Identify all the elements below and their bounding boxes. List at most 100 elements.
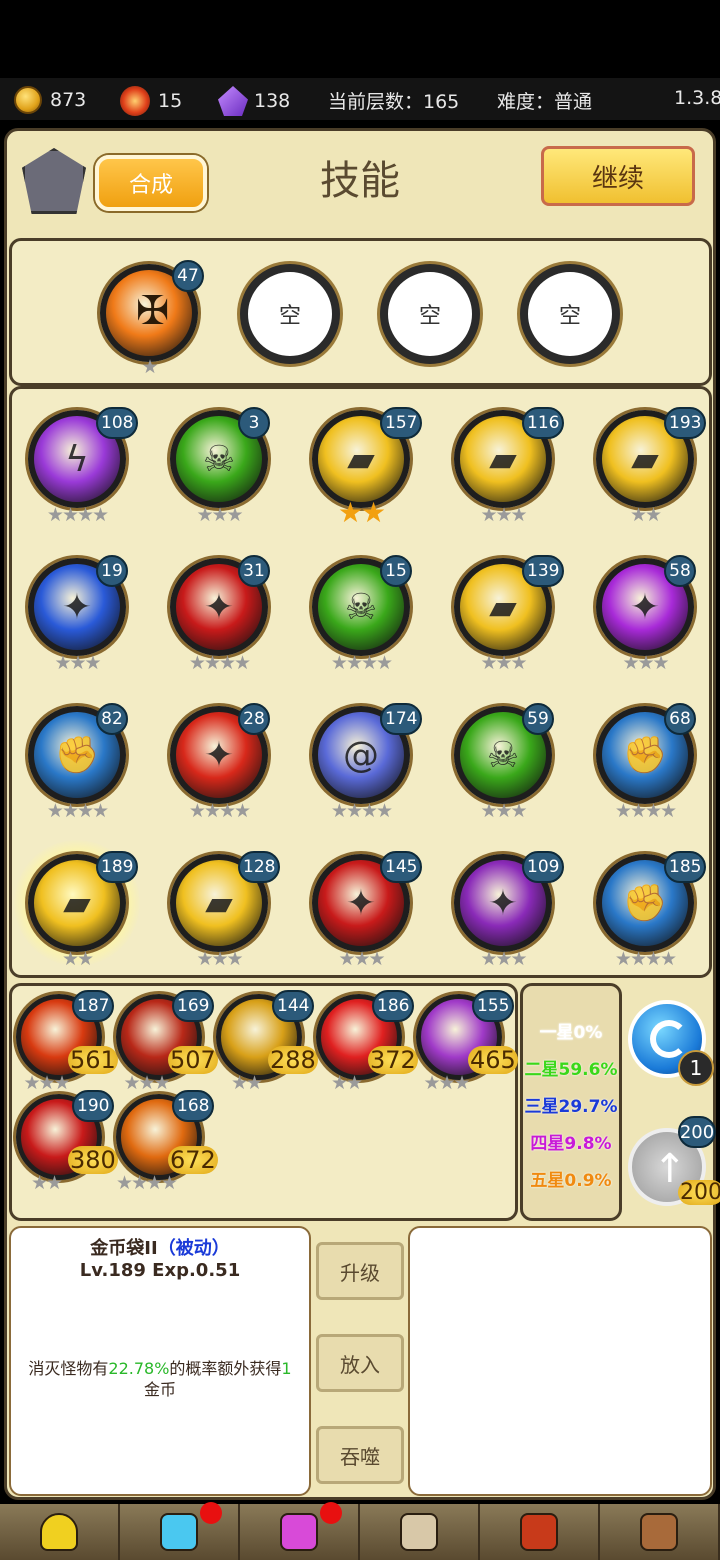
skill-stars: ★★★ (196, 948, 243, 970)
skill-level-exp: Lv.189 Exp.0.51 (79, 1260, 241, 1281)
nav-tab[interactable] (120, 1502, 240, 1560)
ember-counter: 15 (120, 86, 182, 116)
shop-skill-cost: 465 (468, 1046, 518, 1074)
resource-bar: 873 15 138 当前层数：165 难度：普通 1.3.8 (0, 78, 720, 120)
page-title: 技能 (320, 158, 400, 204)
skill-level-badge: 28 (238, 703, 270, 735)
devour-button[interactable]: 吞噬 (316, 1426, 404, 1484)
shop-skill-cost: 507 (168, 1046, 218, 1074)
skill-level-badge: 128 (238, 851, 281, 883)
shop-skill-stars: ★★ (30, 1172, 63, 1194)
skill-stars: ★★★ (480, 652, 527, 674)
gem-counter: 138 (218, 86, 290, 116)
skill-level-badge: 109 (522, 851, 565, 883)
shop-skill-level: 186 (372, 990, 415, 1022)
upgrade-button[interactable]: 升级 (316, 1242, 404, 1300)
continue-button[interactable]: 继续 (541, 146, 695, 206)
skill-detail-box: 金币袋II（被动） Lv.189 Exp.0.51 消灭怪物有22.78%的概率… (9, 1226, 311, 1496)
skill-level-badge: 174 (380, 703, 423, 735)
skill-level-badge: 47 (172, 260, 204, 292)
skill-stars: ★★★★ (614, 948, 677, 970)
shop-skill-level: 168 (172, 1090, 215, 1122)
skill-level-badge: 185 (664, 851, 707, 883)
skill-level-badge: 193 (664, 407, 707, 439)
shop-level-badge: 200 (678, 1116, 716, 1148)
skill-name: 金币袋II (90, 1238, 158, 1259)
refresh-count-badge: 1 (678, 1050, 714, 1086)
shop-skill-level: 187 (72, 990, 115, 1022)
difficulty: 难度：普通 (497, 91, 593, 113)
skill-level-badge: 59 (522, 703, 554, 735)
shop-skill-stars: ★★★ (423, 1072, 470, 1094)
skill-level-badge: 31 (238, 555, 270, 587)
star-rate: 三星29.7% (524, 1097, 618, 1117)
skill-level-badge: 15 (380, 555, 412, 587)
skill-level-badge: 82 (96, 703, 128, 735)
shop-skill-cost: 672 (168, 1146, 218, 1174)
skill-stars: ★★★ (338, 948, 385, 970)
skill-level-badge: 145 (380, 851, 423, 883)
shop-skill-stars: ★★ (230, 1072, 263, 1094)
gold-coin-icon (14, 86, 42, 114)
star-rate: 四星9.8% (530, 1134, 612, 1154)
skill-stars: ★★★ (480, 948, 527, 970)
skill-stars: ★★★ (196, 504, 243, 526)
skill-type-tag: （被动） (157, 1238, 230, 1259)
anvil-icon (400, 1513, 438, 1551)
skill-level-badge: 157 (380, 407, 423, 439)
skill-stars: ★★★★ (330, 652, 393, 674)
ember-amount: 15 (158, 90, 183, 112)
bottom-nav (0, 1502, 720, 1560)
shop-upgrade-cost: 200 (678, 1180, 720, 1205)
skill-stars: ★★★★ (46, 800, 109, 822)
shop-skill-cost: 561 (68, 1046, 118, 1074)
version: 1.3.8 (674, 87, 720, 109)
empty-slot[interactable]: 空 (240, 264, 340, 364)
skill-stars: ★★★ (480, 504, 527, 526)
skill-stars: ★ (141, 356, 158, 378)
equip-button[interactable]: 放入 (316, 1334, 404, 1392)
empty-slot[interactable]: 空 (380, 264, 480, 364)
nav-tab[interactable] (480, 1504, 600, 1560)
star-rate: 五星0.9% (530, 1171, 612, 1191)
rune-icon (280, 1513, 318, 1551)
holy-cross-icon: ✠ (136, 288, 170, 334)
shop-skill-level: 190 (72, 1090, 115, 1122)
skill-level-badge: 189 (96, 851, 139, 883)
skill-stars: ★★★ (622, 652, 669, 674)
nav-tab[interactable] (360, 1504, 480, 1560)
crystal-icon (160, 1513, 198, 1551)
nav-tab[interactable] (0, 1504, 120, 1560)
skill-stars: ★★★ (480, 800, 527, 822)
skill-stars: ★★ (629, 504, 662, 526)
book-icon (520, 1513, 558, 1551)
shop-skill-cost: 372 (368, 1046, 418, 1074)
star-rate: 二星59.6% (524, 1060, 618, 1080)
shop-skill-stars: ★★ (330, 1072, 363, 1094)
merge-button[interactable]: 合成 (95, 155, 207, 211)
shop-skill-level: 144 (272, 990, 315, 1022)
skill-level-badge: 68 (664, 703, 696, 735)
skill-level-badge: 108 (96, 407, 139, 439)
nav-tab[interactable] (600, 1504, 720, 1560)
shop-skill-level: 169 (172, 990, 215, 1022)
gem-amount: 138 (254, 90, 291, 112)
skill-level-badge: 58 (664, 555, 696, 587)
skill-stars: ★★★★ (46, 504, 109, 526)
shop-skill-cost: 288 (268, 1046, 318, 1074)
proc-chance: 22.78% (108, 1359, 170, 1378)
purple-gem-icon (218, 86, 248, 116)
skill-description: 消灭怪物有22.78%的概率额外获得1 金币 (28, 1359, 292, 1399)
nav-tab[interactable] (240, 1502, 360, 1560)
skill-level-badge: 116 (522, 407, 565, 439)
refresh-icon (650, 1020, 688, 1058)
notification-dot (320, 1502, 342, 1524)
skill-stars: ★★★★ (188, 800, 251, 822)
ember-icon (120, 86, 150, 116)
empty-slot[interactable]: 空 (520, 264, 620, 364)
shop-skill-stars: ★★★★ (115, 1172, 178, 1194)
skill-stars: ★★★★ (330, 800, 393, 822)
hero-icon (40, 1513, 78, 1551)
skill-level-badge: 19 (96, 555, 128, 587)
skill-stars: ★★★★ (188, 652, 251, 674)
